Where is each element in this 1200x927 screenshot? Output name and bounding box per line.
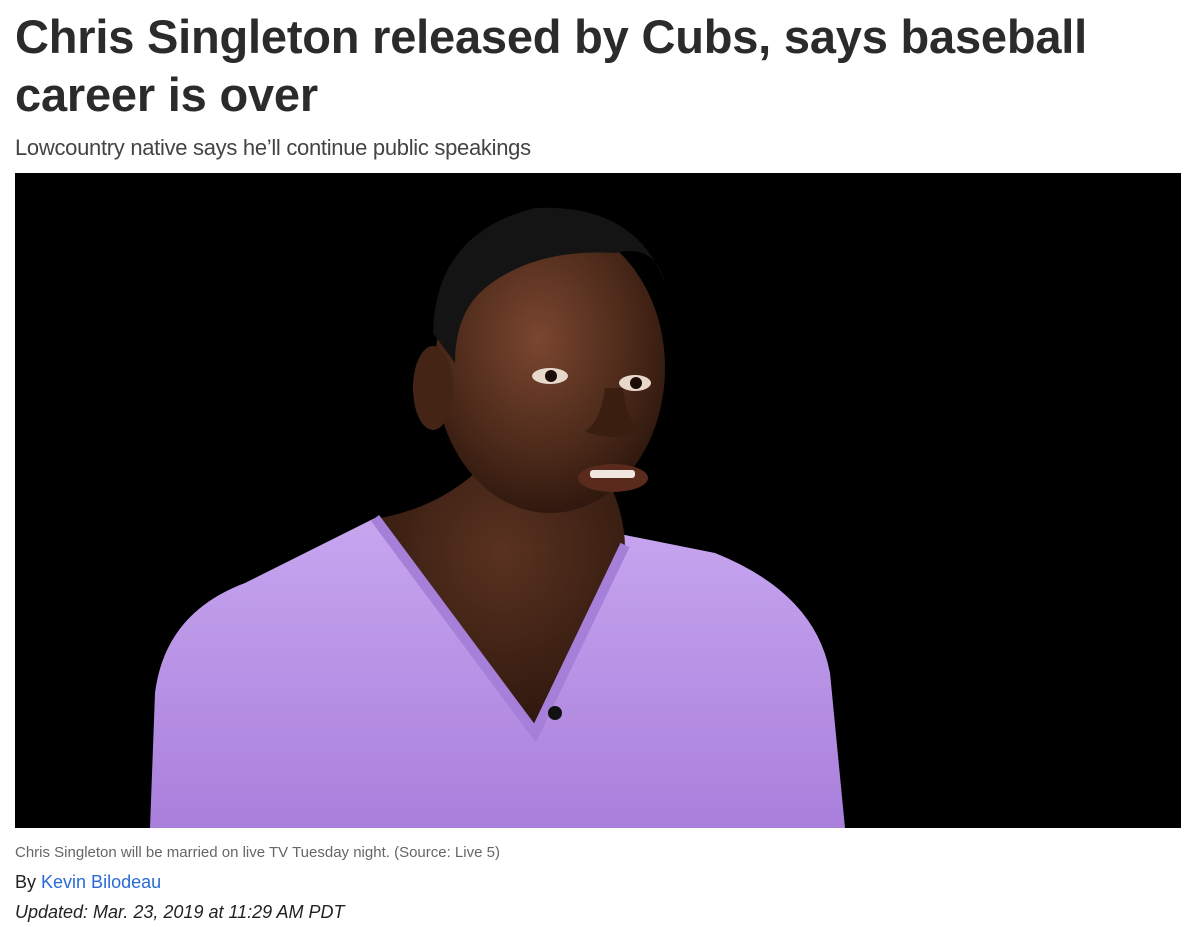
article-headline: Chris Singleton released by Cubs, says b… [15,10,1087,121]
byline-prefix: By [15,872,37,892]
article-photo[interactable] [15,173,1181,828]
updated-timestamp: Updated: Mar. 23, 2019 at 11:29 AM PDT [15,902,345,922]
article-subheadline: Lowcountry native says he’ll continue pu… [15,135,531,160]
byline: By Kevin Bilodeau [15,870,161,894]
person-photo-illustration [15,173,1181,828]
author-link[interactable]: Kevin Bilodeau [41,872,161,892]
photo-caption: Chris Singleton will be married on live … [15,844,500,861]
